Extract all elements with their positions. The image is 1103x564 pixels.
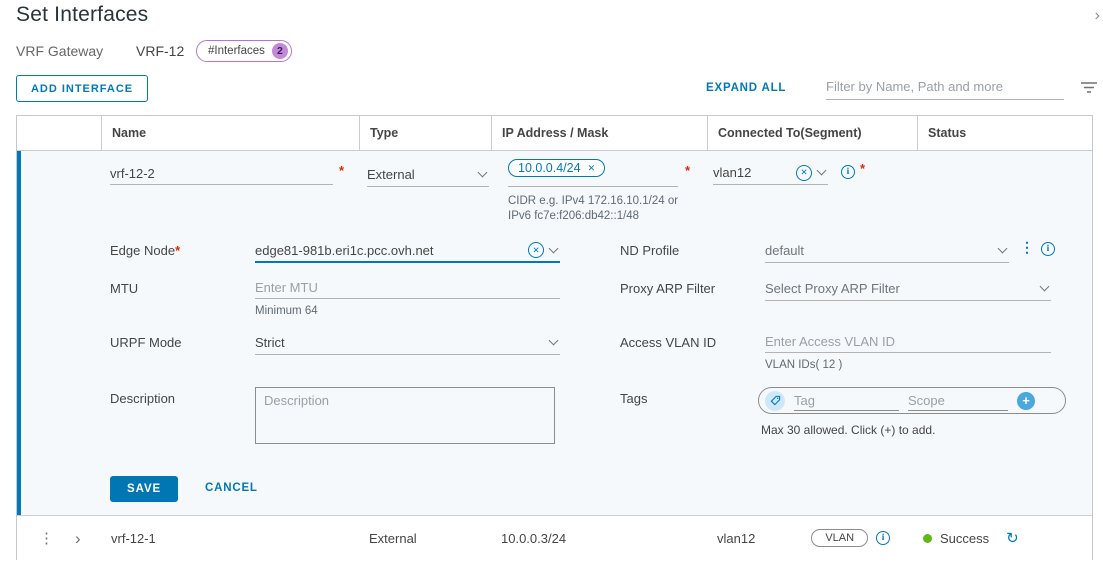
vlan-badge[interactable]: VLAN [811, 529, 868, 547]
urpf-mode-value: Strict [255, 335, 544, 350]
nd-profile-select[interactable]: default [765, 239, 1009, 263]
tag-icon [765, 391, 785, 411]
status-success-dot [923, 534, 932, 543]
save-button[interactable]: SAVE [110, 476, 178, 502]
row-status-cell: Success ↻ [917, 529, 1092, 547]
edge-node-clear-icon[interactable]: ✕ [528, 242, 544, 258]
chevron-down-icon [998, 244, 1008, 254]
segment-value: vlan12 [713, 165, 796, 180]
segment-combobox[interactable]: vlan12 ✕ [713, 161, 828, 185]
chevron-down-icon [549, 336, 559, 346]
status-text: Success [940, 531, 989, 546]
column-header-segment: Connected To(Segment) [707, 116, 917, 150]
chevron-down-icon [1040, 282, 1050, 292]
edge-node-required-marker: * [175, 243, 180, 258]
collapse-panel-icon[interactable]: › [1095, 8, 1100, 24]
page-title: Set Interfaces [16, 3, 148, 27]
interfaces-count-badge[interactable]: #Interfaces 2 [196, 40, 292, 62]
urpf-mode-select[interactable]: Strict [255, 331, 560, 355]
row-ip-cell: 10.0.0.3/24 [491, 531, 707, 546]
edge-node-value: edge81-981b.eri1c.pcc.ovh.net [255, 243, 528, 258]
tags-label: Tags [620, 391, 647, 406]
ip-address-chip: 10.0.0.4/24 ✕ [508, 159, 605, 177]
edge-node-label: Edge Node* [110, 243, 180, 258]
row-segment-value: vlan12 [717, 531, 755, 546]
tag-input[interactable] [794, 391, 899, 411]
row-menu-icon[interactable]: ⋮ [39, 531, 54, 546]
expand-all-link[interactable]: EXPAND ALL [706, 82, 786, 94]
breadcrumb-parent: VRF Gateway [16, 43, 103, 59]
ip-required-marker: * [685, 163, 690, 178]
tags-hint: Max 30 allowed. Click (+) to add. [761, 423, 935, 438]
set-interfaces-panel: Set Interfaces › VRF Gateway VRF-12 #Int… [0, 0, 1103, 564]
mtu-hint: Minimum 64 [255, 304, 318, 319]
column-header-actions [17, 116, 101, 150]
mtu-label: MTU [110, 281, 138, 296]
breadcrumb-gateway: VRF-12 [136, 43, 184, 59]
filter-icon[interactable] [1080, 81, 1098, 94]
row-name-cell: vrf-12-1 [101, 531, 359, 546]
add-interface-button[interactable]: ADD INTERFACE [16, 75, 148, 102]
scope-input[interactable] [908, 391, 1008, 411]
ip-chip-remove-icon[interactable]: ✕ [588, 163, 596, 174]
row-segment-cell: vlan12 VLAN i [707, 529, 917, 547]
access-vlan-hint: VLAN IDs( 12 ) [765, 358, 842, 373]
column-header-name: Name [101, 116, 359, 150]
type-select-value: External [367, 167, 473, 182]
description-label: Description [110, 391, 175, 406]
segment-required-marker: * [860, 161, 865, 176]
interface-name-input[interactable] [110, 163, 333, 185]
chevron-down-icon [478, 168, 488, 178]
nd-profile-menu-icon[interactable]: ⋮ [1020, 240, 1034, 254]
column-header-type: Type [359, 116, 491, 150]
name-required-marker: * [339, 163, 344, 178]
table-header-row: Name Type IP Address / Mask Connected To… [17, 116, 1092, 151]
column-header-status: Status [917, 116, 1092, 150]
urpf-mode-label: URPF Mode [110, 335, 182, 350]
nd-profile-label: ND Profile [620, 243, 679, 258]
refresh-status-icon[interactable]: ↻ [1006, 529, 1019, 547]
ip-address-field[interactable]: 10.0.0.4/24 ✕ [508, 159, 678, 187]
badge-count: 2 [272, 43, 288, 59]
interfaces-table: Name Type IP Address / Mask Connected To… [16, 115, 1093, 560]
proxy-arp-label: Proxy ARP Filter [620, 281, 715, 296]
mtu-input[interactable] [255, 277, 560, 299]
segment-info-icon[interactable]: i [841, 165, 855, 179]
interface-edit-form: * External 10.0.0.4/24 ✕ * CIDR e.g. IPv… [17, 151, 1092, 516]
nd-profile-info-icon[interactable]: i [1041, 242, 1055, 256]
column-header-ip: IP Address / Mask [491, 116, 707, 150]
tags-editor: + [758, 387, 1066, 414]
row-actions-cell: ⋮ › [17, 530, 101, 547]
chevron-down-icon [549, 243, 559, 253]
ip-cidr-hint: CIDR e.g. IPv4 172.16.10.1/24 or IPv6 fc… [508, 194, 678, 224]
filter-input[interactable] [826, 74, 1064, 100]
ip-chip-value: 10.0.0.4/24 [518, 161, 581, 175]
row-expand-icon[interactable]: › [75, 530, 81, 547]
chevron-down-icon [817, 166, 827, 176]
access-vlan-input[interactable] [765, 331, 1051, 353]
segment-row-info-icon[interactable]: i [876, 531, 890, 545]
cancel-button[interactable]: CANCEL [205, 482, 258, 494]
add-tag-button[interactable]: + [1017, 392, 1035, 410]
proxy-arp-placeholder: Select Proxy ARP Filter [765, 281, 1035, 296]
table-row[interactable]: ⋮ › vrf-12-1 External 10.0.0.3/24 vlan12… [17, 516, 1092, 560]
type-select[interactable]: External [367, 163, 489, 187]
row-type-cell: External [359, 531, 491, 546]
segment-clear-icon[interactable]: ✕ [796, 165, 812, 181]
badge-label: #Interfaces [208, 45, 265, 57]
access-vlan-label: Access VLAN ID [620, 335, 716, 350]
edge-node-combobox[interactable]: edge81-981b.eri1c.pcc.ovh.net ✕ [255, 239, 560, 263]
description-textarea[interactable] [255, 387, 555, 444]
nd-profile-value: default [765, 243, 993, 258]
proxy-arp-select[interactable]: Select Proxy ARP Filter [765, 277, 1051, 301]
expanded-row-indicator [17, 151, 21, 515]
